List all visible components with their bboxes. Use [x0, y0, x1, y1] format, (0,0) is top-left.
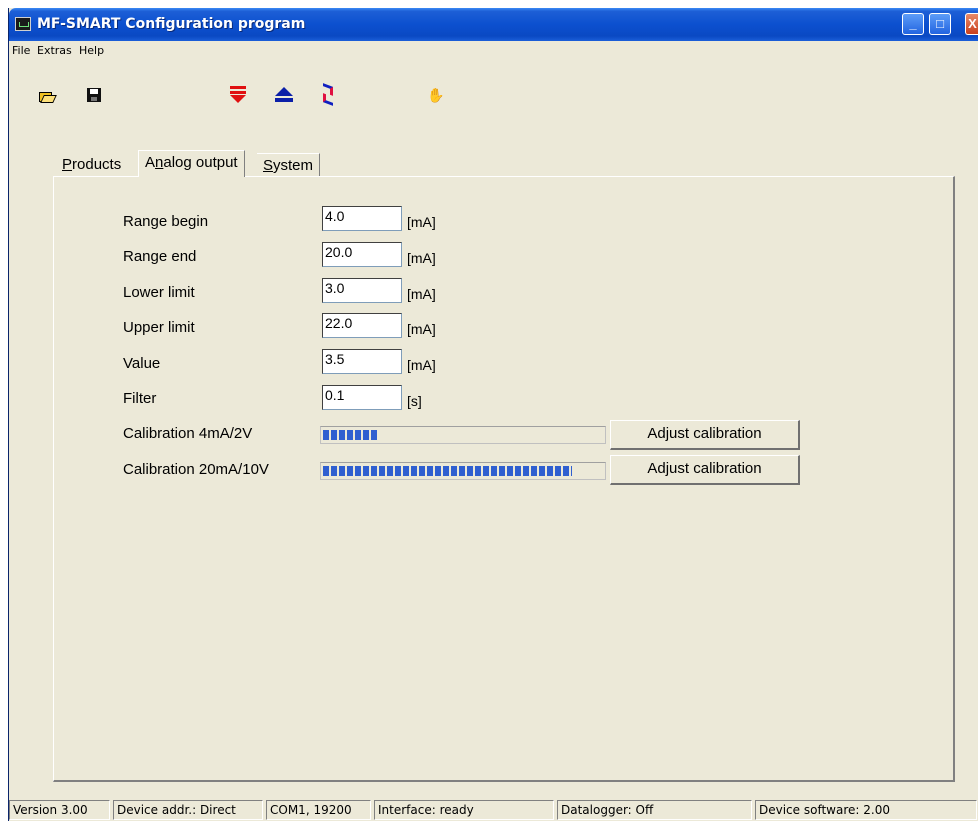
eject-upload-icon[interactable] [275, 87, 293, 103]
status-bar: Version 3.00 Device addr.: Direct COM1, … [9, 797, 978, 821]
handshake-icon[interactable]: ✋ [427, 88, 445, 104]
minimize-button[interactable]: _ [902, 13, 924, 35]
maximize-button[interactable]: □ [929, 13, 951, 35]
tab-panel [53, 176, 955, 782]
status-version: Version 3.00 [9, 800, 110, 820]
tab-system-label: System [263, 157, 314, 174]
tab-products-label: Products [62, 156, 122, 173]
swap-transfer-icon[interactable] [321, 83, 335, 106]
tab-analog-output[interactable]: Analog output [138, 150, 245, 177]
status-device-software: Device software: 2.00 [755, 800, 977, 820]
menu-bar: File Extras Help [9, 41, 978, 61]
status-interface: Interface: ready [374, 800, 554, 820]
title-bar[interactable]: MF-SMART Configuration program _ □ X [9, 8, 978, 41]
status-datalogger: Datalogger: Off [557, 800, 752, 820]
open-folder-icon[interactable] [39, 88, 57, 104]
tab-system[interactable]: System [257, 153, 321, 176]
window-title: MF-SMART Configuration program [37, 16, 306, 32]
app-icon [15, 17, 31, 31]
status-device-addr: Device addr.: Direct [113, 800, 263, 820]
menu-extras[interactable]: Extras [37, 44, 72, 57]
tab-analog-output-label: Analog output [145, 154, 238, 171]
download-to-device-icon[interactable] [229, 86, 247, 104]
close-button[interactable]: X [965, 13, 978, 35]
save-icon[interactable] [87, 88, 101, 102]
tab-products[interactable]: Products [56, 153, 127, 176]
menu-file[interactable]: File [12, 44, 30, 57]
main-window: MF-SMART Configuration program _ □ X Fil… [8, 8, 978, 821]
menu-help[interactable]: Help [79, 44, 104, 57]
status-port: COM1, 19200 [266, 800, 371, 820]
